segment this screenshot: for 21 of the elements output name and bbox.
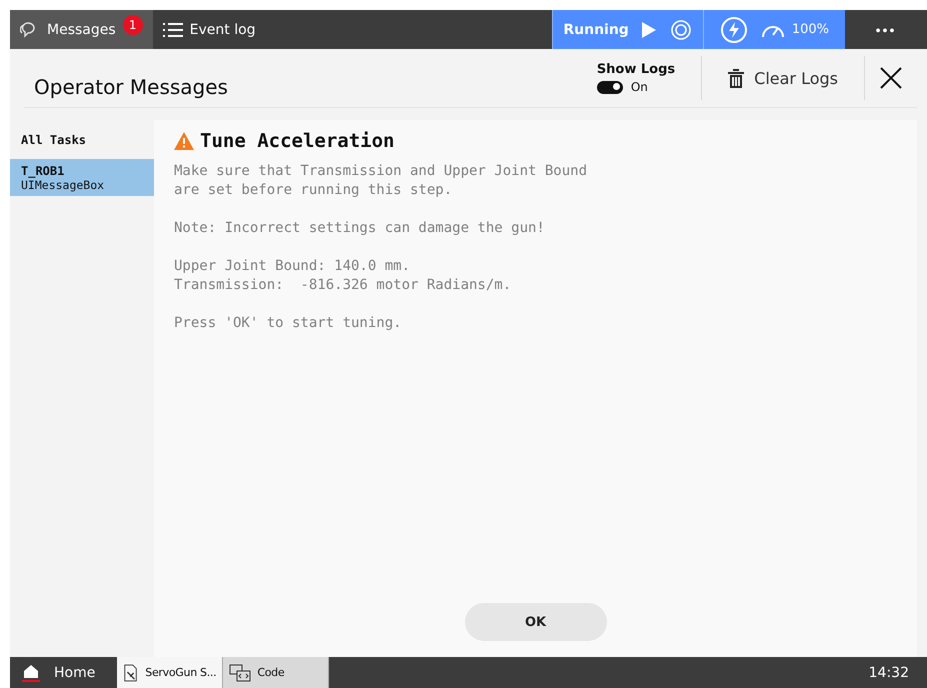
top-tab[interactable]: Event log <box>152 10 266 49</box>
count-badge: 1 <box>122 14 143 34</box>
run-state-label: Running <box>563 22 629 38</box>
sidebar-heading: All Tasks <box>20 132 88 149</box>
ok-button[interactable]: OK <box>464 603 606 641</box>
page-title: Operator Messages <box>34 75 229 99</box>
clear-logs-button[interactable]: Clear Logs <box>702 68 864 88</box>
message-text: Upper Joint Bound: 140.0 mm. Transmission: -816.326 motor Radians/m. <box>174 257 512 295</box>
app-tab[interactable]: Code <box>223 657 330 688</box>
show-logs-toggle[interactable]: Show Logs On <box>596 62 702 94</box>
more-button[interactable]: ••• <box>845 10 927 49</box>
top-tab[interactable]: Messages 1 <box>10 10 153 49</box>
clock: 14:32 <box>868 664 910 682</box>
speed-label: 100% <box>792 22 829 37</box>
task-item[interactable]: T_ROB1 UIMessageBox <box>10 159 154 196</box>
message-title: Tune Acceleration <box>200 130 394 152</box>
message-text: Press 'OK' to start tuning. <box>174 314 403 333</box>
home-button[interactable]: Home <box>10 657 118 688</box>
message-text: Note: Incorrect settings can damage the gun! <box>174 219 546 238</box>
app-tab[interactable]: ServoGun S... <box>117 657 224 688</box>
message-text: Make sure that Transmission and Upper Joint Bound are set before running this step. <box>174 162 588 200</box>
